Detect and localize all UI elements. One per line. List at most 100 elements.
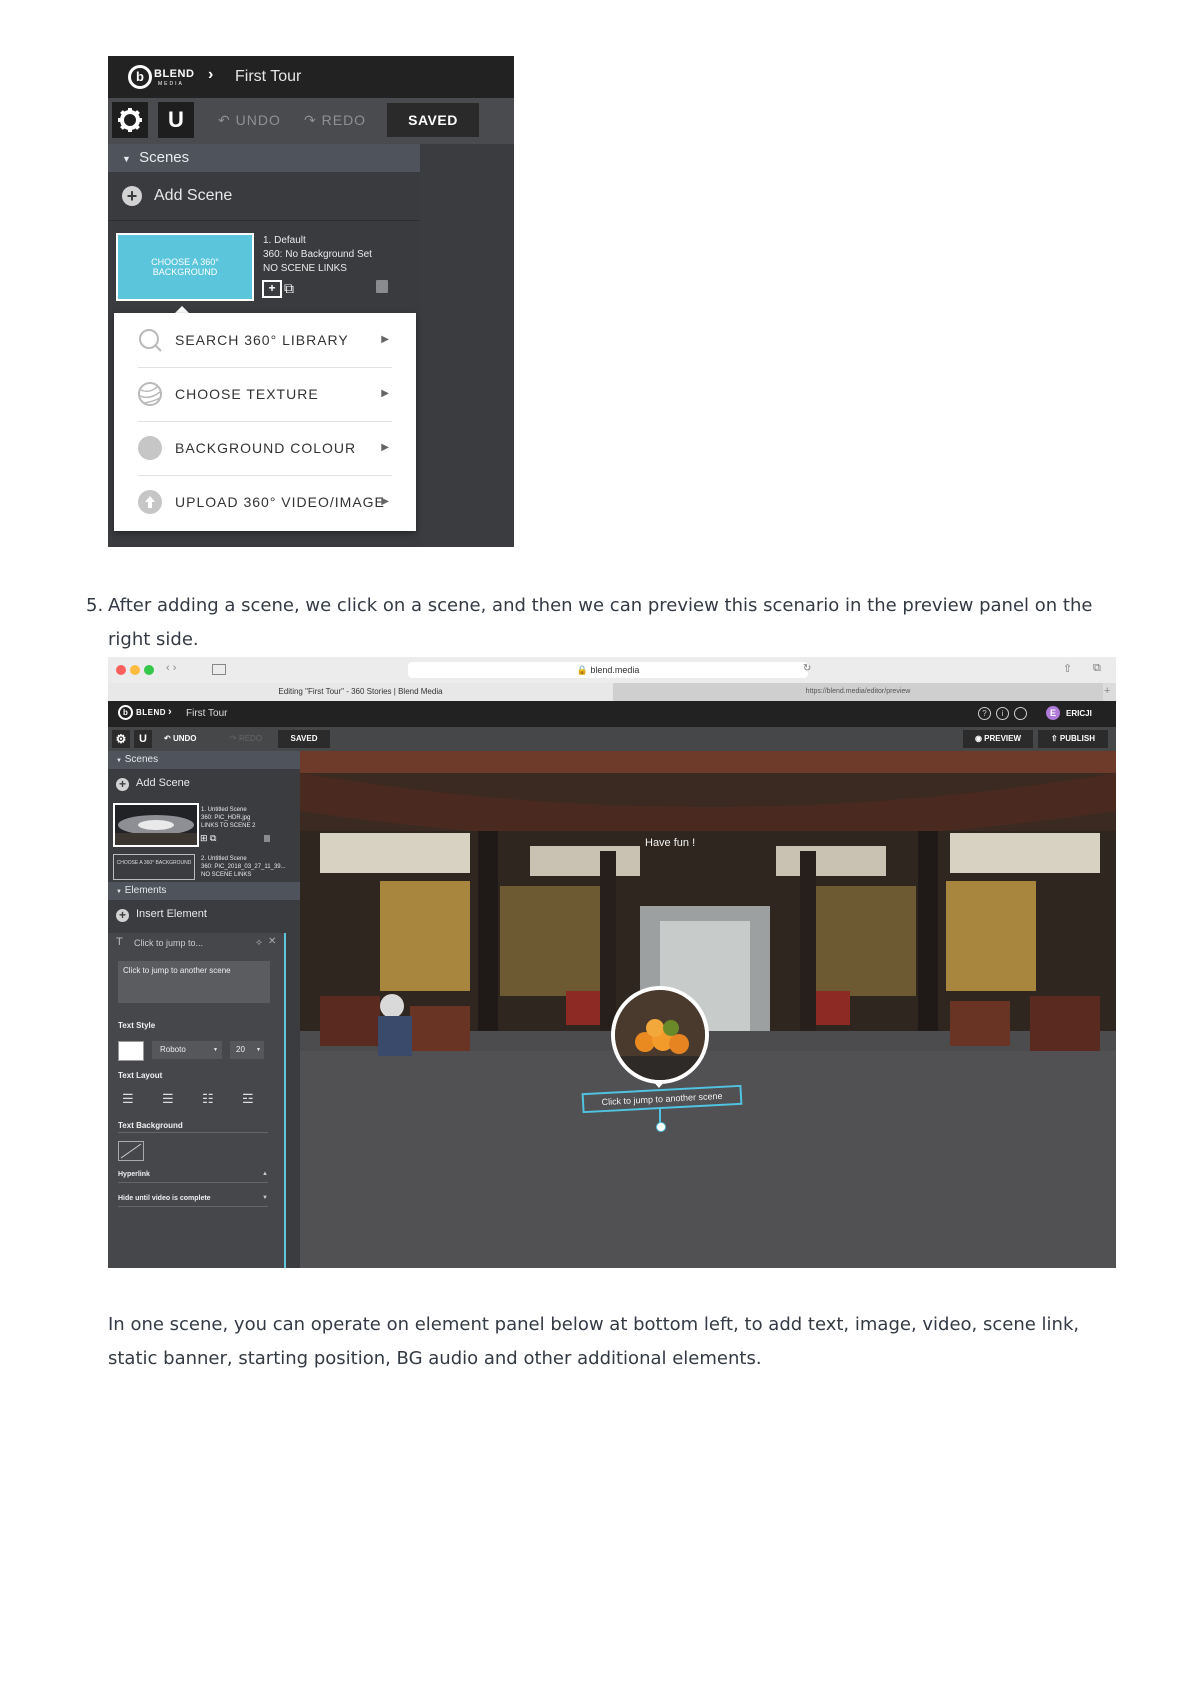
- saved-button[interactable]: SAVED: [278, 730, 330, 748]
- scene-2-bg: 360: PIC_2018_03_27_11_39...: [201, 864, 286, 870]
- rotate-handle[interactable]: [656, 1122, 666, 1132]
- insert-element-label: Insert Element: [136, 908, 207, 920]
- caret-down-icon[interactable]: ▼: [262, 1195, 268, 1201]
- tabs-icon[interactable]: ⧉: [1093, 662, 1101, 675]
- redo-button[interactable]: ↷ REDO: [304, 112, 366, 129]
- redo-label: REDO: [238, 734, 263, 743]
- copy-icon[interactable]: ⧉: [284, 280, 294, 297]
- chevron-right-icon: ›: [168, 706, 172, 718]
- add-scene-button[interactable]: + Add Scene: [108, 771, 300, 797]
- minimize-window-icon[interactable]: [130, 665, 140, 675]
- menu-item-search-library[interactable]: SEARCH 360° LIBRARY ▶: [138, 313, 392, 368]
- element-title[interactable]: Click to jump to...: [134, 938, 203, 948]
- u-button[interactable]: U: [158, 102, 194, 138]
- preview-button[interactable]: ◉ PREVIEW: [963, 730, 1033, 748]
- reload-icon[interactable]: ↻: [803, 663, 811, 674]
- share-icon[interactable]: ⇧: [1063, 662, 1072, 675]
- add-scene-button[interactable]: + Add Scene: [108, 172, 420, 221]
- divider: [118, 1206, 268, 1207]
- add-scene-label: Add Scene: [136, 777, 190, 789]
- url-bar[interactable]: 🔒 blend.media: [408, 662, 808, 678]
- add-link-icon[interactable]: +: [262, 280, 282, 298]
- close-icon[interactable]: ✕: [268, 936, 276, 947]
- elements-header[interactable]: ▼ Elements: [108, 882, 300, 900]
- help-icon[interactable]: ?: [978, 707, 991, 720]
- brand-name: BLEND: [154, 68, 195, 80]
- undo-button[interactable]: ↶ UNDO: [218, 112, 281, 129]
- maximize-window-icon[interactable]: [144, 665, 154, 675]
- saved-button[interactable]: SAVED: [387, 103, 479, 137]
- menu-item-upload[interactable]: UPLOAD 360° VIDEO/IMAGE ▶: [138, 475, 392, 529]
- jump-label-text: Click to jump to another scene: [601, 1090, 723, 1108]
- menu-item-label: CHOOSE TEXTURE: [175, 386, 319, 402]
- u-button[interactable]: U: [134, 730, 152, 748]
- caret-up-icon[interactable]: ▲: [262, 1171, 268, 1177]
- screenshot-scene-menu: b BLEND MEDIA › First Tour U ↶ UNDO ↷ RE…: [108, 56, 514, 547]
- avatar[interactable]: E: [1046, 706, 1060, 720]
- trash-icon[interactable]: [376, 280, 388, 293]
- chat-icon[interactable]: [1014, 707, 1027, 720]
- scenes-header[interactable]: ▼ Scenes: [108, 144, 420, 172]
- scene-link-hotspot[interactable]: [611, 986, 709, 1084]
- trash-icon[interactable]: [264, 835, 270, 842]
- breadcrumb-tour[interactable]: First Tour: [186, 708, 228, 719]
- colour-circle-icon: [138, 436, 162, 460]
- breadcrumb-tour[interactable]: First Tour: [235, 68, 301, 86]
- undo-button[interactable]: ↶ UNDO: [164, 734, 197, 743]
- settings-button[interactable]: ⚙: [112, 730, 130, 748]
- redo-button[interactable]: ↷ REDO: [230, 734, 262, 743]
- scene-2-thumbnail[interactable]: CHOOSE A 360° BACKGROUND: [113, 854, 195, 880]
- tab-preview[interactable]: https://blend.media/editor/preview: [613, 683, 1103, 701]
- move-icon[interactable]: ⟡: [256, 937, 262, 948]
- fruit-image: [615, 990, 705, 1080]
- align-right-icon[interactable]: ☰: [162, 1091, 174, 1107]
- settings-button[interactable]: [112, 102, 148, 138]
- text-colour-swatch[interactable]: [118, 1041, 144, 1061]
- menu-item-background-colour[interactable]: BACKGROUND COLOUR ▶: [138, 421, 392, 476]
- scene-thumbnail[interactable]: CHOOSE A 360° BACKGROUND: [116, 233, 254, 301]
- publish-label: PUBLISH: [1059, 734, 1096, 743]
- add-link-icon[interactable]: ⊞ ⧉: [200, 833, 216, 844]
- font-size-select[interactable]: 20 ▼: [230, 1041, 264, 1059]
- hide-until-label[interactable]: Hide until video is complete: [118, 1195, 211, 1202]
- caret-right-icon: ▶: [381, 442, 390, 453]
- close-window-icon[interactable]: [116, 665, 126, 675]
- app-header: b BLEND › First Tour ? i E ERICJI: [108, 701, 1116, 727]
- insert-element-button[interactable]: + Insert Element: [108, 902, 300, 928]
- scene-title: 1. Default: [263, 235, 306, 246]
- caret-down-icon: ▼: [256, 1047, 261, 1053]
- toolbar: U ↶ UNDO ↷ REDO SAVED: [108, 98, 514, 144]
- no-fill-icon: [120, 1143, 142, 1159]
- caret-down-icon: ▼: [122, 154, 131, 164]
- scene-1-bg: 360: PIC_HDR.jpg: [201, 815, 251, 821]
- gear-icon: [118, 108, 142, 132]
- divider: [118, 1182, 268, 1183]
- rotate-handle-line: [659, 1109, 661, 1123]
- caret-down-icon: ▼: [116, 758, 122, 764]
- no-background-swatch[interactable]: [118, 1141, 144, 1161]
- valign-icon[interactable]: ☲: [242, 1091, 254, 1107]
- publish-button[interactable]: ⇧ PUBLISH: [1038, 730, 1108, 748]
- sidebar-toggle-icon[interactable]: [212, 664, 226, 675]
- caret-right-icon: ▶: [381, 334, 390, 345]
- align-center-icon[interactable]: ☰: [122, 1091, 134, 1107]
- font-select[interactable]: Roboto ▼: [152, 1041, 222, 1059]
- tab-editor[interactable]: Editing "First Tour" - 360 Stories | Ble…: [108, 683, 613, 701]
- element-text-input[interactable]: Click to jump to another scene: [118, 961, 270, 1003]
- font-size-value: 20: [236, 1045, 245, 1054]
- back-forward-icon[interactable]: ‹ ›: [166, 662, 176, 674]
- indent-icon[interactable]: ☷: [202, 1091, 214, 1107]
- scene-preview[interactable]: Have fun ! Click to jump to another scen…: [300, 751, 1116, 1268]
- element-text-value: Click to jump to another scene: [123, 966, 231, 975]
- scene-1-thumbnail[interactable]: [113, 803, 199, 847]
- info-icon[interactable]: i: [996, 707, 1009, 720]
- menu-item-choose-texture[interactable]: CHOOSE TEXTURE ▶: [138, 367, 392, 422]
- have-fun-text[interactable]: Have fun !: [645, 837, 695, 849]
- menu-item-label: BACKGROUND COLOUR: [175, 440, 357, 456]
- hyperlink-label[interactable]: Hyperlink: [118, 1171, 150, 1178]
- new-tab-icon[interactable]: +: [1104, 685, 1110, 697]
- text-background-label: Text Background: [118, 1121, 183, 1130]
- scenes-header[interactable]: ▼ Scenes: [108, 751, 300, 769]
- element-editor: T Click to jump to... ⟡ ✕ Click to jump …: [108, 933, 286, 1268]
- user-name[interactable]: ERICJI: [1066, 709, 1092, 718]
